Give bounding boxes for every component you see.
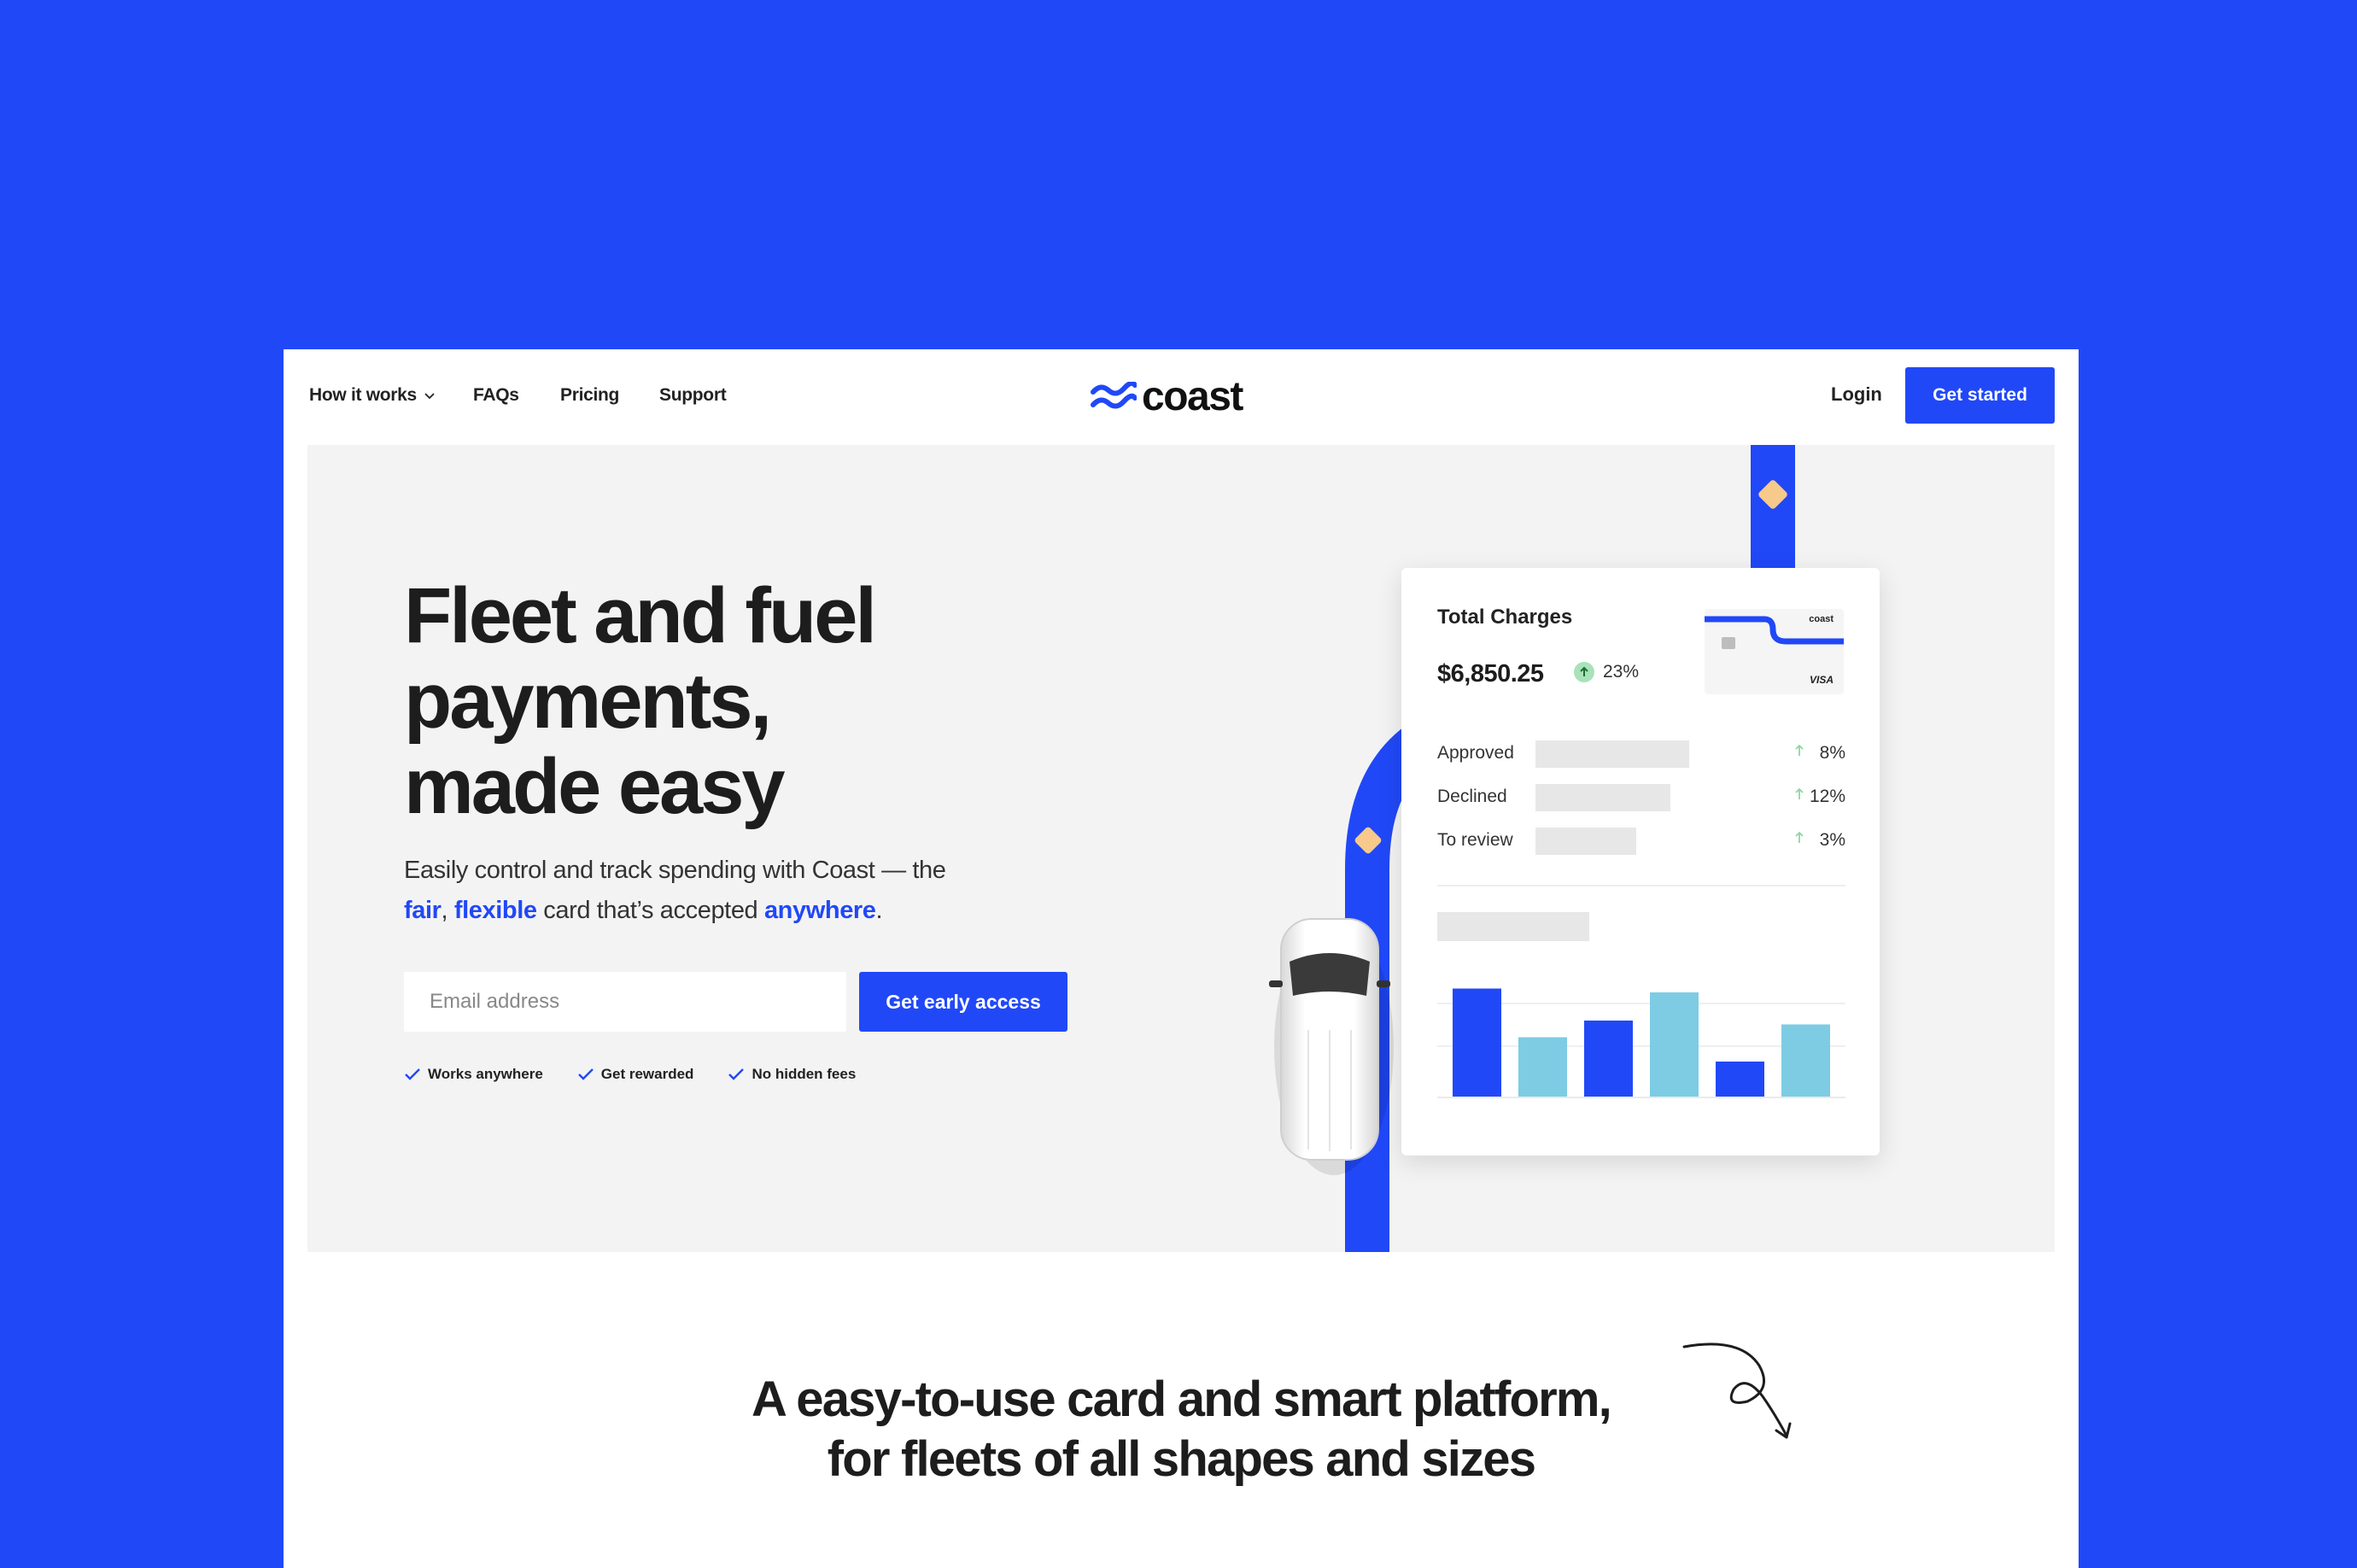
nav-support[interactable]: Support [659,385,727,406]
stat-percent: 3% [1819,830,1845,850]
feature-item: Get rewarded [577,1066,694,1083]
get-early-access-button[interactable]: Get early access [859,972,1067,1032]
arrow-up-icon [1795,831,1804,843]
card-title: Total Charges [1437,606,1573,629]
get-started-button[interactable]: Get started [1905,367,2055,424]
subtitle-flexible: flexible [453,897,537,924]
stat-row-approved: Approved 8% [1437,740,1845,768]
total-change: 23% [1574,662,1639,682]
subtitle-text-1: Easily control and track spending with C… [404,857,946,884]
stat-bar [1535,828,1636,855]
nav-faqs[interactable]: FAQs [473,385,519,406]
coast-logo[interactable]: coast [1091,373,1243,419]
chevron-down-icon [424,385,436,406]
stat-bar [1535,740,1689,768]
subtitle-fair: fair [404,897,442,924]
total-charges-card: Total Charges $6,850.25 23% coast VISA A… [1401,568,1880,1156]
stat-label: Declined [1437,787,1507,806]
visa-logo: VISA [1809,674,1834,686]
headline-line-3: made easy [404,743,786,830]
login-link[interactable]: Login [1831,383,1882,406]
headline-line-2: payments, [404,658,772,745]
subtitle-comma: , [441,897,448,924]
section-tagline: A easy-to-use card and smart platform, f… [284,1370,2079,1489]
hero-headline: Fleet and fuel payments, made easy [404,573,1053,829]
headline-line-1: Fleet and fuel [404,572,877,659]
nav-how-it-works-label: How it works [309,385,417,405]
hero-section: Fleet and fuel payments, made easy Easil… [307,445,2055,1252]
feature-label: No hidden fees [752,1066,857,1082]
stat-row-to-review: To review 3% [1437,828,1845,855]
chart-title-placeholder [1437,912,1589,941]
chart-bar [1584,1021,1633,1097]
nav-how-it-works[interactable]: How it works [309,385,436,406]
total-amount: $6,850.25 [1437,660,1544,687]
feature-label: Works anywhere [428,1066,543,1082]
stat-bar [1535,784,1670,811]
stat-label: Approved [1437,743,1514,763]
top-nav: How it works FAQs Pricing Support coast … [284,349,2079,445]
subtitle-anywhere: anywhere [763,897,876,924]
feature-item: Works anywhere [404,1066,543,1083]
nav-pricing[interactable]: Pricing [560,385,619,406]
stat-percent: 8% [1819,743,1845,763]
feature-item: No hidden fees [728,1066,856,1083]
chart-bar [1650,992,1699,1097]
tagline-line-2: for fleets of all shapes and sizes [827,1431,1536,1487]
arrow-up-icon [1795,787,1804,799]
waves-logo-icon [1091,382,1137,409]
chart-bar [1453,988,1501,1097]
logo-text: coast [1142,373,1243,419]
tagline-line-1: A easy-to-use card and smart platform, [752,1372,1612,1427]
website-frame: How it works FAQs Pricing Support coast … [284,349,2079,1568]
arrow-up-icon [1795,744,1804,756]
checkmark-icon [577,1068,594,1080]
stat-row-declined: Declined 12% [1437,784,1845,811]
hero-subtitle: Easily control and track spending with C… [404,851,1053,931]
subtitle-text-2: card that’s accepted [536,897,764,924]
van-top-view-image [1269,918,1394,1175]
stat-label: To review [1437,830,1513,850]
curly-arrow-icon [1682,1343,1792,1439]
email-input[interactable] [404,972,846,1032]
bar-chart [1437,988,1845,1098]
stat-percent: 12% [1809,787,1845,806]
chart-bar [1518,1037,1567,1097]
credit-card-thumbnail: coast VISA [1705,609,1844,694]
chart-bar [1716,1062,1764,1097]
feature-list: Works anywhere Get rewarded No hidden fe… [404,1066,890,1083]
checkmark-icon [728,1068,745,1080]
mini-card-logo: coast [1809,614,1834,624]
checkmark-icon [405,1068,420,1080]
chart-bar [1781,1024,1830,1097]
card-divider [1437,885,1845,886]
feature-label: Get rewarded [600,1066,694,1082]
subtitle-period: . [875,897,883,924]
total-change-value: 23% [1603,662,1640,682]
arrow-up-icon [1574,662,1594,682]
